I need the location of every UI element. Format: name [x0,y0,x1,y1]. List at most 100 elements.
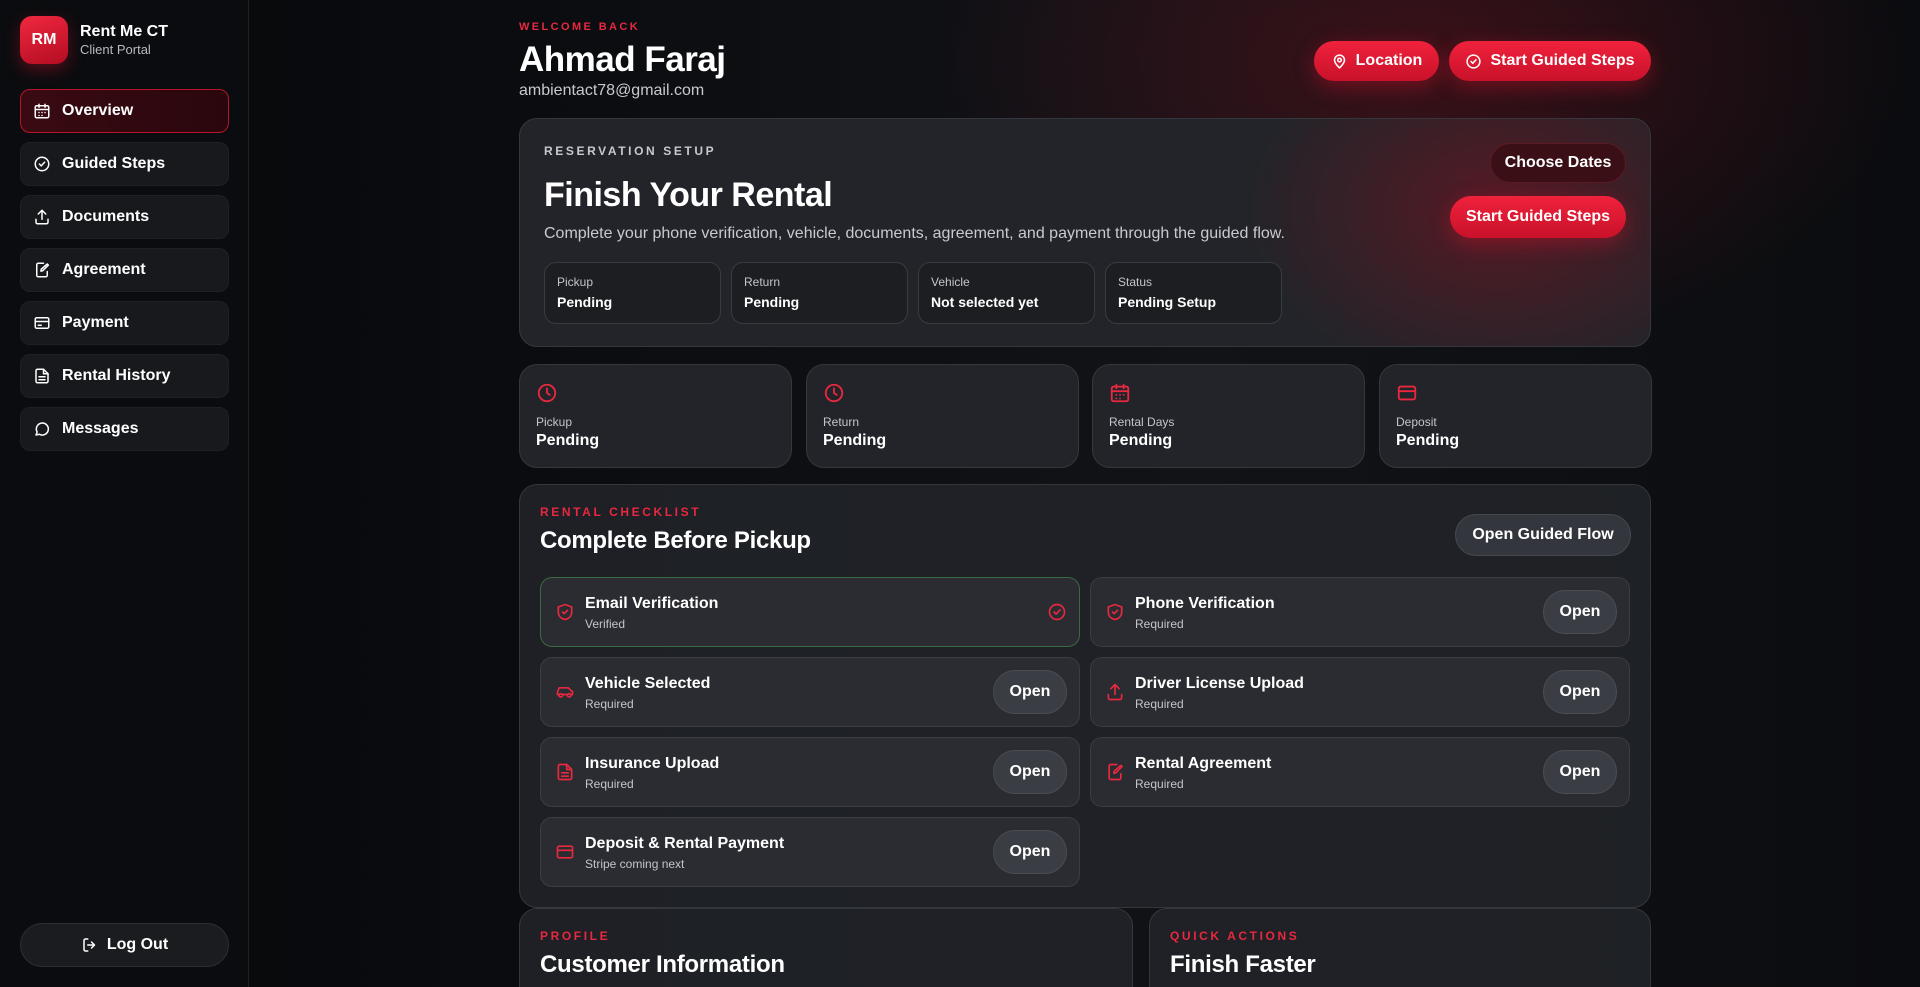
stat-card-deposit: Deposit Pending [1379,364,1652,468]
task-name: Driver License Upload [1135,675,1304,692]
user-email: ambientact78@gmail.com [519,82,705,99]
welcome-eyebrow: WELCOME BACK [519,21,641,33]
task-status: Required [1135,777,1184,791]
checklist-eyebrow: RENTAL CHECKLIST [540,505,702,519]
field-label: Return [744,275,781,289]
chat-bubble-icon [33,420,51,438]
open-button[interactable]: Open [1543,590,1617,634]
stat-card-rental-days: Rental Days Pending [1092,364,1365,468]
start-guided-steps-label: Start Guided Steps [1490,52,1635,69]
reservation-field-pickup: Pickup Pending [544,262,721,324]
stat-card-return: Return Pending [806,364,1079,468]
task-name: Email Verification [585,595,719,612]
reservation-setup-card: RESERVATION SETUP Finish Your Rental Com… [519,118,1651,347]
stat-label: Rental Days [1109,415,1175,429]
reservation-start-guided-button[interactable]: Start Guided Steps [1450,196,1626,238]
sidebar-item-documents[interactable]: Documents [20,195,229,239]
quick-actions-eyebrow: QUICK ACTIONS [1170,929,1300,943]
profile-eyebrow: PROFILE [540,929,611,943]
open-button[interactable]: Open [993,830,1067,874]
shield-icon [1105,602,1125,622]
open-button[interactable]: Open [1543,750,1617,794]
logout-button[interactable]: Log Out [20,923,229,967]
task-status: Stripe coming next [585,857,685,871]
task-rental-agreement: Rental Agreement Required Open [1090,737,1630,807]
sidebar-item-agreement[interactable]: Agreement [20,248,229,292]
task-status: Required [1135,697,1184,711]
brand-name: Rent Me CT [80,23,168,40]
stat-value: Pending [1396,432,1460,449]
task-name: Phone Verification [1135,595,1275,612]
sidebar-item-label: Rental History [62,367,171,384]
sidebar-item-overview[interactable]: Overview [20,89,229,133]
reservation-title: Finish Your Rental [544,176,833,214]
car-icon [555,682,575,702]
open-button[interactable]: Open [993,750,1067,794]
open-button[interactable]: Open [1543,670,1617,714]
field-label: Vehicle [931,275,970,289]
pen-square-icon [1105,762,1125,782]
reservation-field-return: Return Pending [731,262,908,324]
task-insurance-upload: Insurance Upload Required Open [540,737,1080,807]
sidebar-item-guided-steps[interactable]: Guided Steps [20,142,229,186]
shield-icon [555,602,575,622]
open-guided-flow-button[interactable]: Open Guided Flow [1455,514,1631,556]
stat-label: Pickup [536,415,573,429]
stat-value: Pending [823,432,887,449]
credit-card-icon [1396,382,1418,404]
task-status: Required [585,697,634,711]
choose-dates-button[interactable]: Choose Dates [1490,143,1626,183]
clock-icon [823,382,845,404]
location-label: Location [1355,52,1423,69]
check-circle-icon [1465,53,1482,70]
stat-label: Return [823,415,860,429]
sidebar-item-label: Documents [62,208,150,225]
reservation-eyebrow: RESERVATION SETUP [544,144,717,158]
brand-logo: RM [20,16,68,64]
reservation-description: Complete your phone verification, vehicl… [544,225,1285,242]
sidebar-item-messages[interactable]: Messages [20,407,229,451]
field-value: Pending Setup [1118,294,1216,310]
sidebar-item-rental-history[interactable]: Rental History [20,354,229,398]
stat-card-pickup: Pickup Pending [519,364,792,468]
task-status: Verified [585,617,626,631]
task-email-verification: Email Verification Verified [540,577,1080,647]
task-deposit-rental-payment: Deposit & Rental Payment Stripe coming n… [540,817,1080,887]
task-name: Insurance Upload [585,755,720,772]
map-pin-icon [1331,53,1348,70]
open-button[interactable]: Open [993,670,1067,714]
stat-label: Deposit [1396,415,1437,429]
task-phone-verification: Phone Verification Required Open [1090,577,1630,647]
start-guided-steps-button[interactable]: Start Guided Steps [1449,41,1651,81]
field-label: Pickup [557,275,594,289]
reservation-field-vehicle: Vehicle Not selected yet [918,262,1095,324]
check-circle-icon [1047,602,1067,622]
rental-checklist-card: RENTAL CHECKLIST Complete Before Pickup … [519,484,1651,908]
logout-label: Log Out [106,936,169,953]
stat-value: Pending [536,432,600,449]
sidebar-item-payment[interactable]: Payment [20,301,229,345]
sidebar-item-label: Messages [62,420,139,437]
task-status: Required [1135,617,1184,631]
brand[interactable]: RM Rent Me CT Client Portal [20,16,168,64]
sidebar-item-label: Agreement [62,261,146,278]
document-icon [555,762,575,782]
task-name: Vehicle Selected [585,675,711,692]
brand-subtitle: Client Portal [80,42,151,57]
pen-square-icon [33,261,51,279]
field-value: Pending [557,294,613,310]
stat-value: Pending [1109,432,1173,449]
field-value: Not selected yet [931,294,1039,310]
upload-icon [1105,682,1125,702]
task-status: Required [585,777,634,791]
reservation-field-status: Status Pending Setup [1105,262,1282,324]
calendar-icon [33,102,51,120]
location-button[interactable]: Location [1314,41,1439,81]
sidebar-nav: Overview Guided Steps Documents Agreemen… [20,89,229,460]
quick-actions-title: Finish Faster [1170,951,1316,978]
clock-icon [536,382,558,404]
checklist-title: Complete Before Pickup [540,527,811,554]
check-circle-icon [33,155,51,173]
task-vehicle-selected: Vehicle Selected Required Open [540,657,1080,727]
field-value: Pending [744,294,800,310]
